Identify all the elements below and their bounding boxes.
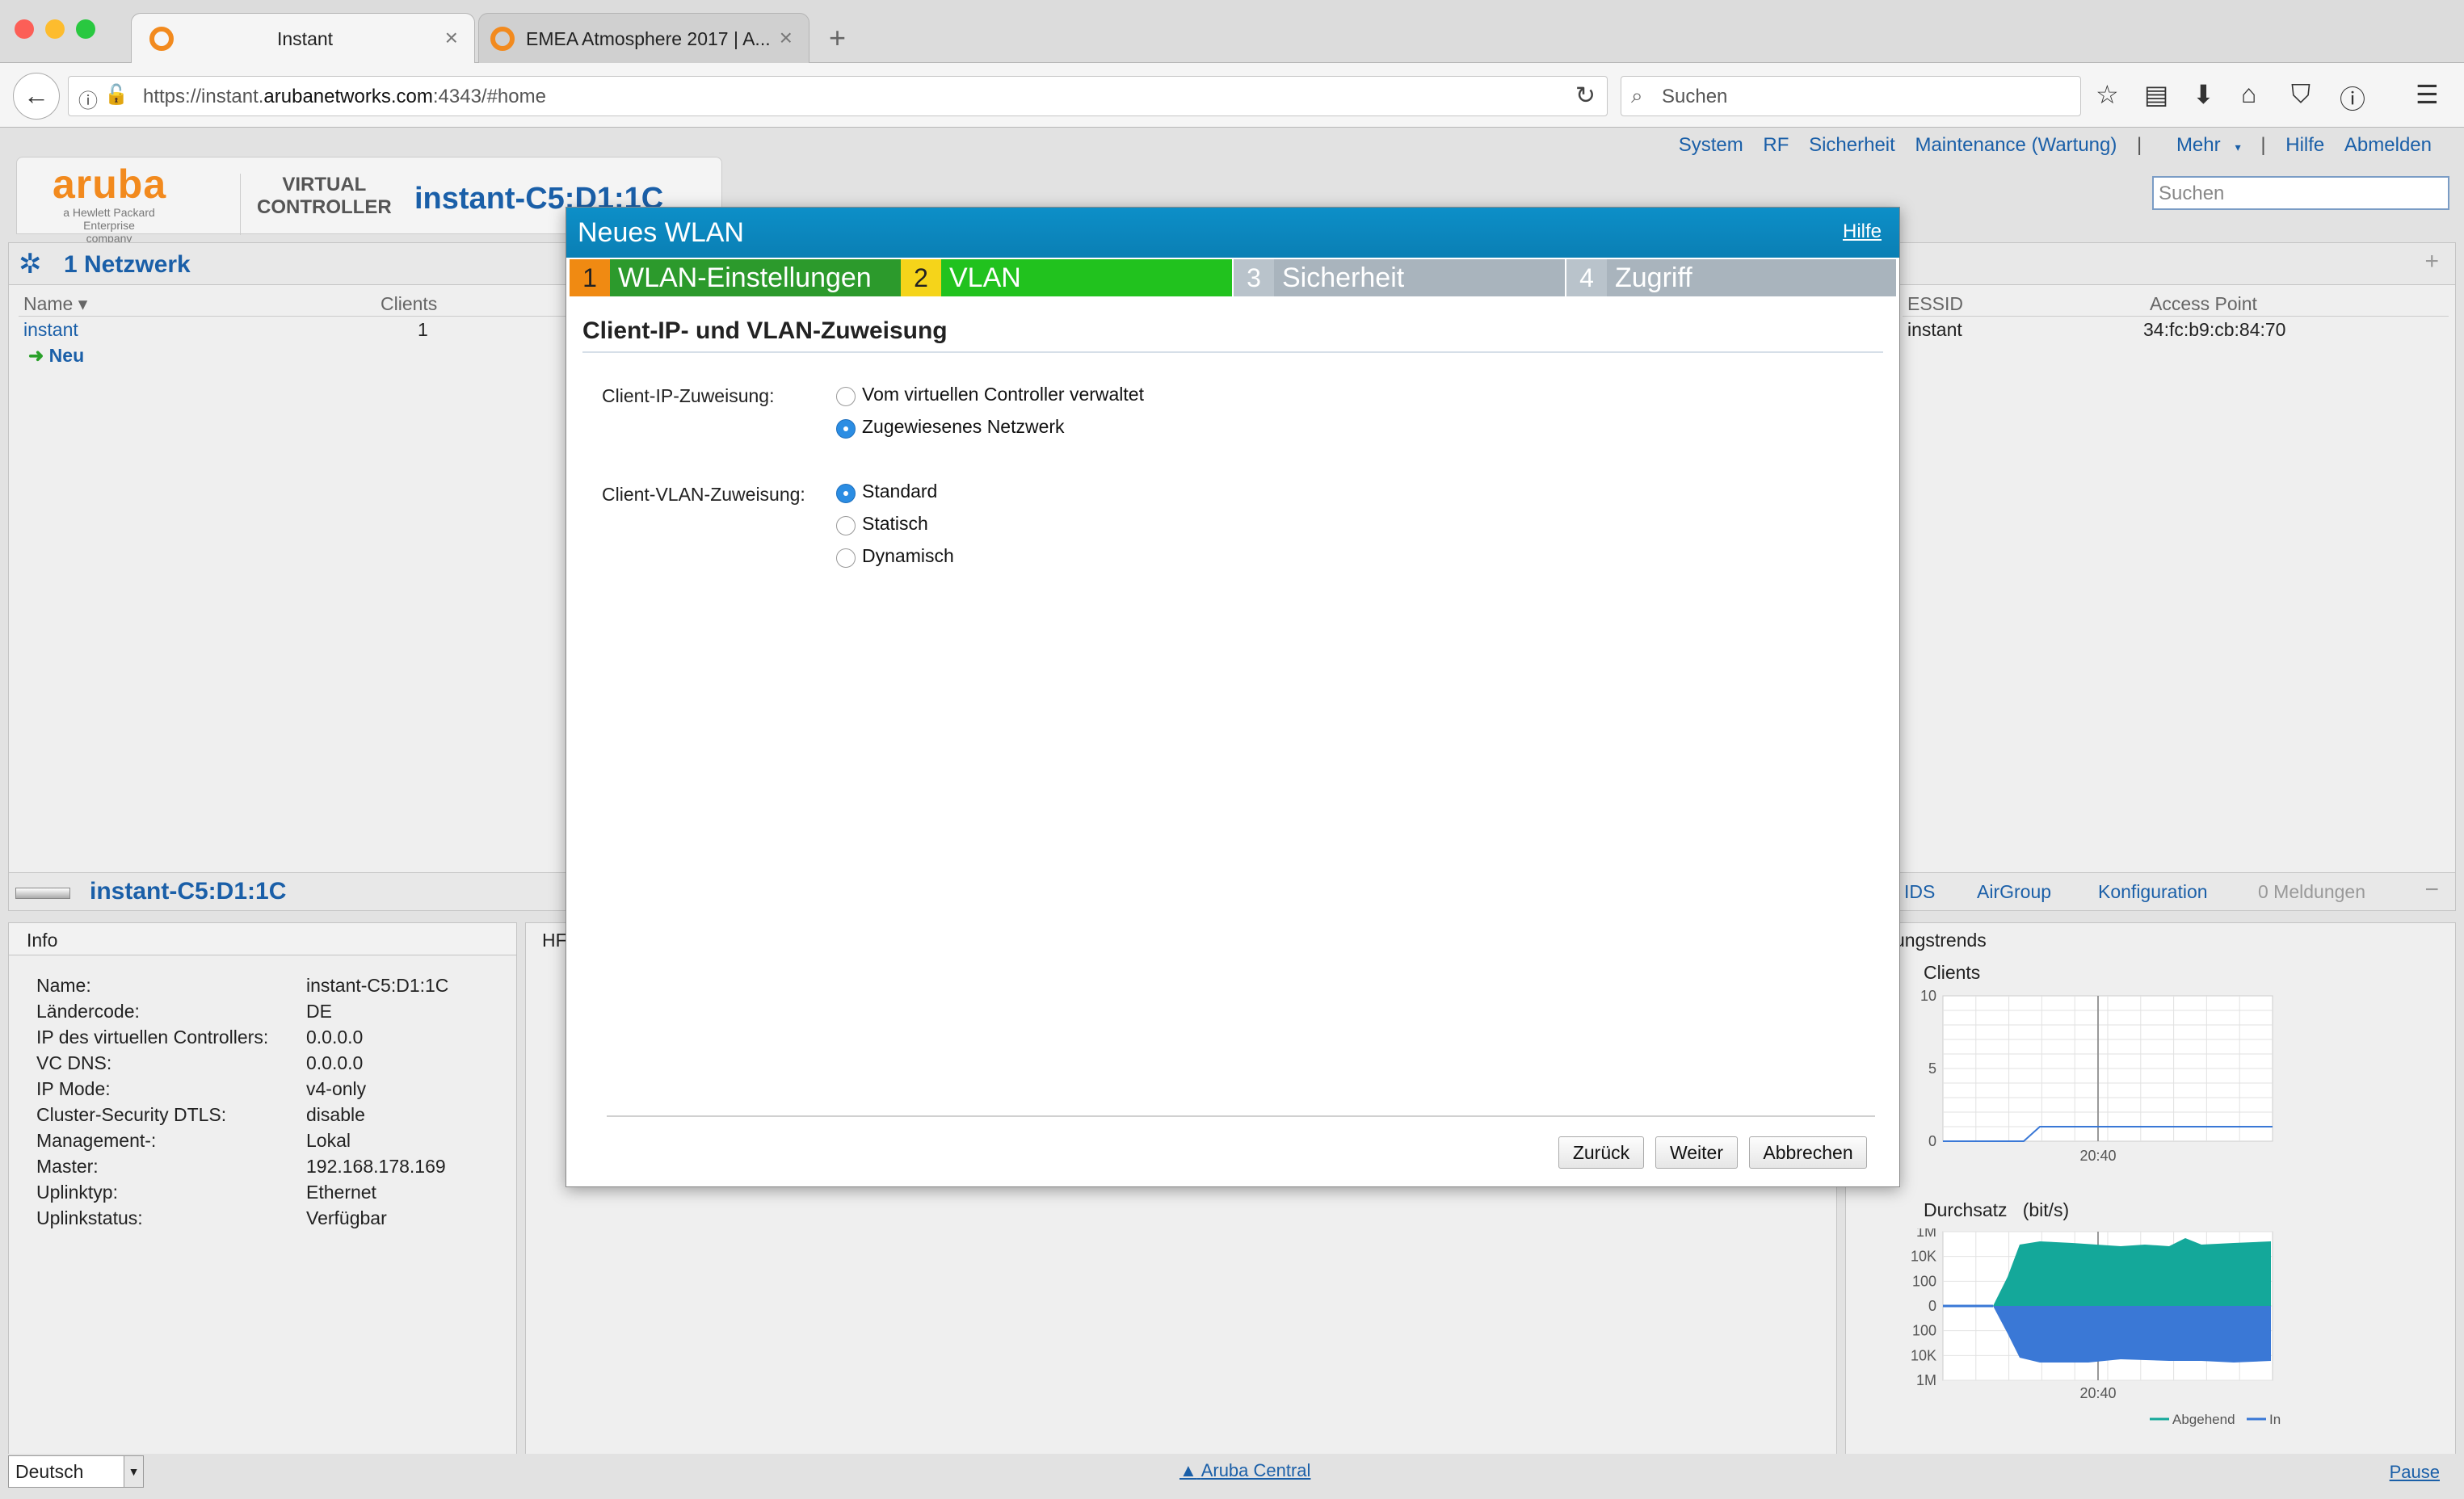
ip-option-network-label[interactable]: Zugewiesenes Netzwerk [862,416,1065,438]
cancel-button[interactable]: Abbrechen [1749,1136,1867,1169]
vlan-option-dynamic-label[interactable]: Dynamisch [862,545,954,567]
section-divider [582,351,1883,353]
dialog-help-link[interactable]: Hilfe [1843,220,1882,243]
step-number: 4 [1566,259,1607,296]
step-label: Zugriff [1615,262,1692,293]
step-label: VLAN [949,262,1021,293]
modal-overlay: Neues WLAN Hilfe 1 WLAN-Einstellungen 2 … [0,0,2464,1499]
step-number: 3 [1234,259,1274,296]
step-wlan-settings[interactable]: 1 WLAN-Einstellungen [570,259,901,296]
vlan-option-static-label[interactable]: Statisch [862,513,928,535]
vlan-option-static-radio[interactable] [836,516,856,535]
dialog-header: Neues WLAN Hilfe [566,208,1899,258]
step-number: 1 [570,259,610,296]
step-number: 2 [901,259,941,296]
step-label: WLAN-Einstellungen [618,262,872,293]
step-security[interactable]: 3 Sicherheit [1234,259,1565,296]
ip-option-vc-managed-radio[interactable] [836,387,856,406]
next-button[interactable]: Weiter [1655,1136,1738,1169]
vlan-option-dynamic-radio[interactable] [836,548,856,568]
new-wlan-dialog: Neues WLAN Hilfe 1 WLAN-Einstellungen 2 … [566,207,1900,1187]
step-access[interactable]: 4 Zugriff [1566,259,1896,296]
client-ip-label: Client-IP-Zuweisung: [602,385,775,406]
client-vlan-label: Client-VLAN-Zuweisung: [602,484,805,505]
section-title: Client-IP- und VLAN-Zuweisung [582,317,948,344]
ip-option-network-radio[interactable] [836,419,856,439]
vlan-option-standard-label[interactable]: Standard [862,481,937,502]
ip-option-vc-managed-label[interactable]: Vom virtuellen Controller verwaltet [862,384,1144,405]
vlan-option-standard-radio[interactable] [836,484,856,503]
back-button[interactable]: Zurück [1558,1136,1644,1169]
step-vlan[interactable]: 2 VLAN [901,259,1232,296]
footer-divider [607,1115,1875,1117]
dialog-title: Neues WLAN [578,217,744,248]
wizard-steps: 1 WLAN-Einstellungen 2 VLAN 3 Sicherheit… [570,259,1896,296]
step-label: Sicherheit [1282,262,1405,293]
